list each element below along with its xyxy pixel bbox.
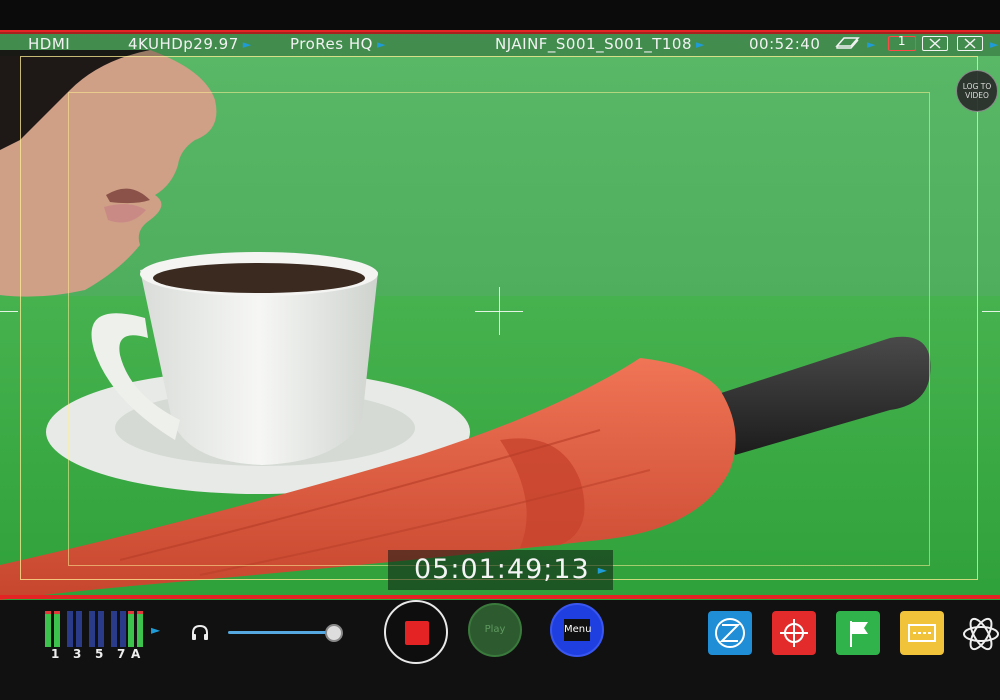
focus-tool-button[interactable] (772, 611, 816, 655)
volume-slider-track[interactable] (228, 631, 334, 634)
x-box-icon[interactable] (957, 36, 983, 51)
codec[interactable]: ProRes HQ ► (290, 34, 386, 55)
chevron-right-icon: ► (376, 38, 386, 51)
audio-meter-bar (45, 611, 51, 647)
edge-marker-right (982, 311, 1000, 312)
chevron-right-icon: ► (696, 38, 705, 51)
audio-meter-bar (111, 611, 117, 647)
atomos-logo-icon (961, 612, 1000, 660)
display-tool-button[interactable] (900, 611, 944, 655)
audio-meter-bar (76, 611, 82, 647)
chevron-right-icon[interactable]: ► (867, 35, 876, 55)
chevron-right-icon[interactable]: ► (990, 35, 999, 55)
flag-icon (850, 621, 868, 647)
info-bar: HDMI 4KUHDp29.97 ► ProRes HQ ► NJAINF_S001… (0, 32, 1000, 56)
scopes-tool-button[interactable] (708, 611, 752, 655)
audio-channel-label: 5 (95, 647, 104, 661)
headphone-icon[interactable] (190, 624, 210, 646)
clip-name[interactable]: NJAINF_S001_S001_T108 ► (495, 34, 705, 55)
play-button[interactable]: Play (468, 603, 522, 657)
edge-marker-left (0, 311, 18, 312)
audio-channel-label: 3 (73, 647, 82, 661)
video-format[interactable]: 4KUHDp29.97 ► (128, 34, 252, 55)
record-channel-label: 1 (897, 34, 907, 48)
video-format-label: 4KUHDp29.97 (128, 35, 239, 53)
disk-icon[interactable] (834, 33, 860, 58)
chevron-right-icon: ► (242, 38, 252, 51)
crosshair-icon (780, 619, 808, 647)
audio-meter-bar (120, 611, 126, 647)
timecode-display[interactable]: 05:01:49;13 ► (388, 550, 613, 590)
top-bar (0, 0, 1000, 30)
volume-slider-knob[interactable] (325, 624, 343, 642)
display-icon (908, 624, 936, 642)
input-source[interactable]: HDMI (28, 34, 70, 54)
clip-name-label: NJAINF_S001_S001_T108 (495, 35, 693, 53)
audio-meters[interactable]: 1 3 5 7 A (45, 607, 145, 661)
scopes-icon (715, 618, 745, 648)
audio-channel-label: A (131, 647, 141, 661)
record-channel-icon: 1 (888, 34, 916, 51)
menu-button-label: Menu (564, 619, 591, 641)
audio-meter-bar (128, 611, 134, 647)
remaining-time: 00:52:40 (749, 35, 821, 53)
record-border-bottom (0, 595, 1000, 599)
audio-meter-bar (54, 611, 60, 647)
x-box-icon[interactable] (922, 36, 948, 51)
record-button[interactable] (384, 600, 448, 664)
record-icon (405, 621, 429, 645)
menu-button[interactable]: Menu (550, 603, 604, 657)
audio-meter-bar (137, 611, 143, 647)
audio-meter-bar (67, 611, 73, 647)
audio-channel-label: 7 (117, 647, 126, 661)
audio-channel-label: 1 (51, 647, 60, 661)
cue-flag-button[interactable] (836, 611, 880, 655)
log-to-video-button[interactable]: LOG TO VIDEO (956, 70, 998, 112)
audio-meter-bar (98, 611, 104, 647)
codec-label: ProRes HQ (290, 35, 373, 53)
chevron-right-icon: ► (597, 563, 608, 577)
chevron-right-icon[interactable]: ► (151, 623, 160, 637)
bottom-toolbar: 1 3 5 7 A ► Play Menu (0, 600, 1000, 700)
audio-meter-bar (89, 611, 95, 647)
timecode-value: 05:01:49;13 (414, 554, 590, 585)
center-crosshair-v (499, 287, 500, 335)
monitor-screen: HDMI 4KUHDp29.97 ► ProRes HQ ► NJAINF_S001… (0, 0, 1000, 700)
